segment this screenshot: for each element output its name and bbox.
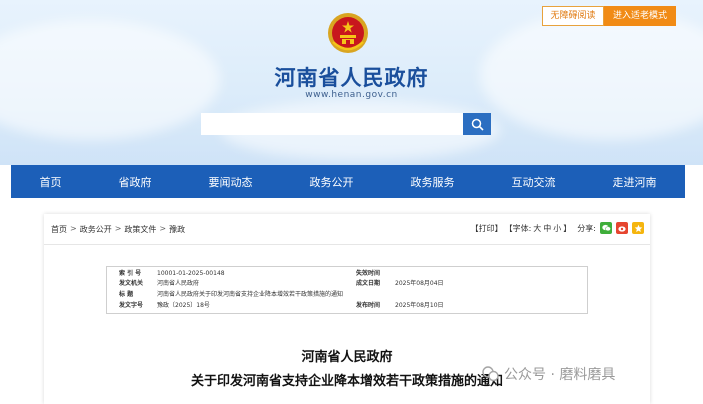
qzone-share-icon[interactable] bbox=[632, 222, 644, 234]
weibo-share-icon[interactable] bbox=[616, 222, 628, 234]
breadcrumb-yuzheng[interactable]: 豫政 bbox=[169, 224, 185, 235]
created-date-label: 成文日期 bbox=[356, 280, 381, 287]
watermark: 公众号 · 磨料磨具 bbox=[482, 364, 615, 384]
print-link[interactable]: 【打印】 bbox=[471, 223, 503, 234]
search-input[interactable] bbox=[201, 113, 463, 135]
wechat-share-icon[interactable] bbox=[600, 222, 612, 234]
font-size-close: 】 bbox=[563, 223, 572, 233]
published-date-value: 2025年08月10日 bbox=[395, 302, 444, 309]
nav-item-open-government[interactable]: 政务公开 bbox=[304, 174, 360, 190]
main-nav: 首页 省政府 要闻动态 政务公开 政务服务 互动交流 走进河南 bbox=[11, 165, 685, 198]
search-icon bbox=[471, 118, 484, 131]
meta-row: 标 题 河南省人民政府关于印发河南省支持企业降本增效若干政策措施的通知 bbox=[107, 290, 589, 300]
nav-item-government-services[interactable]: 政务服务 bbox=[405, 174, 461, 190]
nav-item-about-henan[interactable]: 走进河南 bbox=[607, 174, 663, 190]
top-buttons: 无障碍阅读 进入适老模式 bbox=[542, 6, 676, 26]
published-date-label: 发布时间 bbox=[356, 302, 381, 309]
breadcrumb-policy-files[interactable]: 政策文件 bbox=[124, 224, 156, 235]
index-number-value: 10001-01-2025-00148 bbox=[157, 270, 225, 277]
font-size-large[interactable]: 大 bbox=[533, 223, 541, 234]
breadcrumb-divider bbox=[44, 244, 650, 245]
breadcrumb-home[interactable]: 首页 bbox=[51, 224, 67, 235]
breadcrumb: 首页 > 政务公开 > 政策文件 > 豫政 bbox=[51, 224, 185, 235]
breadcrumb-open-government[interactable]: 政务公开 bbox=[80, 224, 112, 235]
breadcrumb-separator: > bbox=[70, 224, 77, 233]
document-issuer-title: 河南省人民政府 bbox=[301, 350, 393, 365]
doc-number-label: 发文字号 bbox=[119, 302, 144, 309]
breadcrumb-separator: > bbox=[159, 224, 167, 233]
site-title: 河南省人民政府 bbox=[274, 66, 429, 90]
title-value: 河南省人民政府关于印发河南省支持企业降本增效若干政策措施的通知 bbox=[157, 291, 344, 298]
nav-item-home[interactable]: 首页 bbox=[34, 174, 68, 190]
watermark-text: 公众号 · 磨料磨具 bbox=[504, 367, 616, 383]
share-label: 分享: bbox=[577, 223, 596, 233]
font-size-small[interactable]: 小 bbox=[553, 223, 561, 234]
national-emblem-icon bbox=[328, 13, 368, 53]
nav-item-news[interactable]: 要闻动态 bbox=[203, 174, 259, 190]
meta-row: 发文机关 河南省人民政府 成文日期 2025年08月04日 bbox=[107, 279, 589, 289]
meta-row: 索 引 号 10001-01-2025-00148 失效时间 bbox=[107, 269, 589, 279]
meta-row: 发文字号 豫政〔2025〕18号 发布时间 2025年08月10日 bbox=[107, 301, 589, 311]
expire-time-label: 失效时间 bbox=[356, 270, 381, 277]
created-date-value: 2025年08月04日 bbox=[395, 280, 444, 287]
accessible-reading-button[interactable]: 无障碍阅读 bbox=[542, 6, 604, 26]
wechat-official-account-icon bbox=[482, 366, 499, 382]
site-url: www.henan.gov.cn bbox=[305, 90, 398, 100]
elder-mode-button[interactable]: 进入适老模式 bbox=[604, 6, 676, 26]
issuer-label: 发文机关 bbox=[119, 280, 144, 287]
issuer-value: 河南省人民政府 bbox=[157, 280, 200, 287]
title-label: 标 题 bbox=[119, 291, 134, 298]
breadcrumb-separator: > bbox=[114, 224, 122, 233]
font-size-label: 【字体: bbox=[504, 223, 532, 233]
index-number-label: 索 引 号 bbox=[119, 270, 142, 277]
nav-item-provincial-government[interactable]: 省政府 bbox=[113, 174, 158, 190]
font-size-medium[interactable]: 中 bbox=[543, 223, 551, 234]
document-meta-table: 索 引 号 10001-01-2025-00148 失效时间 发文机关 河南省人… bbox=[106, 266, 588, 314]
doc-number-value: 豫政〔2025〕18号 bbox=[157, 302, 210, 309]
page-tools: 【打印】 【字体: 大 中 小 】 分享: bbox=[469, 222, 644, 234]
search-button[interactable] bbox=[463, 113, 491, 135]
nav-item-interaction[interactable]: 互动交流 bbox=[506, 174, 562, 190]
